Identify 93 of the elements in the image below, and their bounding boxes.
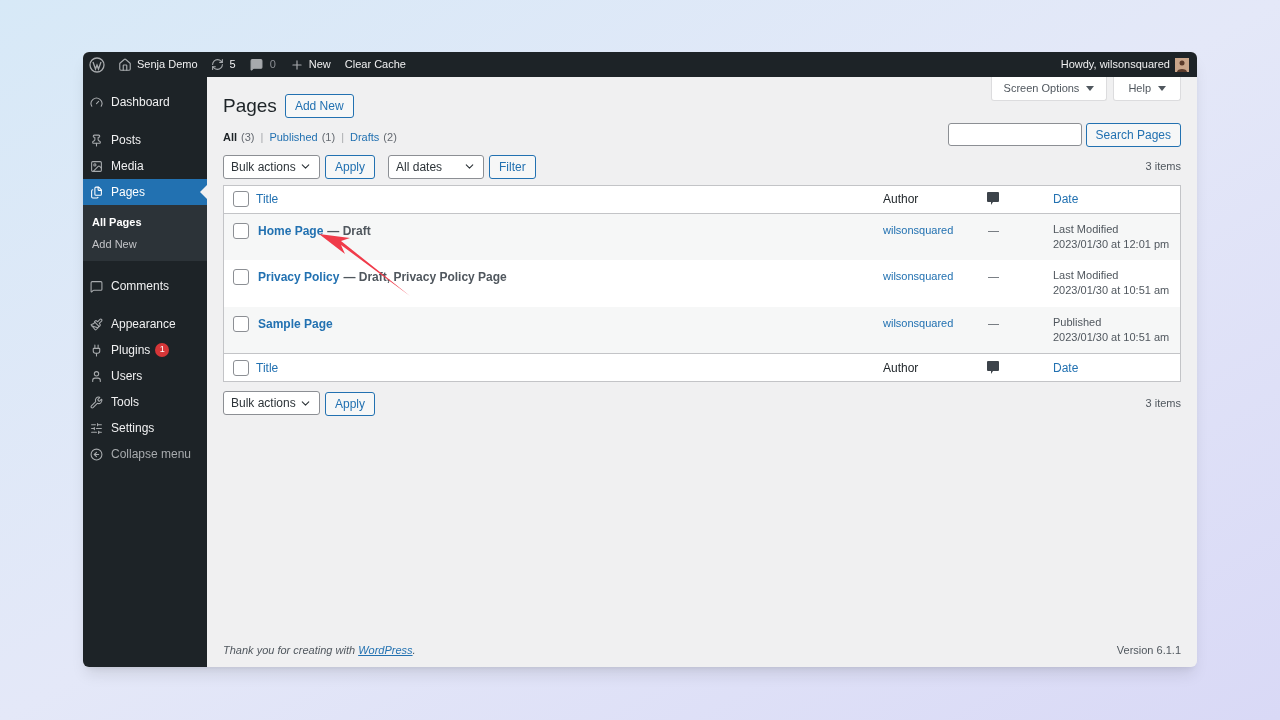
author-link[interactable]: wilsonsquared — [883, 268, 987, 307]
title-column-header[interactable]: Title — [256, 358, 883, 377]
separator: | — [341, 130, 344, 145]
dropdown[interactable]: Bulk actions — [223, 154, 320, 179]
filter-button[interactable]: Filter — [489, 155, 536, 179]
comment-count: — — [987, 222, 1000, 238]
brush-icon — [90, 317, 103, 331]
wordpress-logo-icon[interactable] — [89, 56, 105, 73]
left-arrow-circle-icon — [90, 447, 103, 461]
date-text: 2023/01/30 at 10:51 am — [1053, 283, 1171, 298]
sidebar-item[interactable]: Comments — [83, 273, 207, 299]
date-text: 2023/01/30 at 12:01 pm — [1053, 236, 1171, 252]
comments-count[interactable]: 0 — [269, 56, 276, 73]
date-column-header[interactable]: Date — [1053, 358, 1180, 377]
sidebar-item[interactable]: Tools — [83, 389, 207, 415]
wrench-icon — [90, 395, 103, 409]
refresh-icon — [210, 58, 224, 71]
status-count: (3) — [241, 130, 255, 145]
sliders-icon — [90, 421, 103, 435]
separator: | — [260, 130, 264, 145]
author-link[interactable]: wilsonsquared — [883, 221, 987, 260]
plug-icon — [90, 343, 103, 357]
author-column-header: Author — [883, 191, 920, 208]
sidebar-item[interactable]: Pages — [83, 179, 207, 205]
status-filter-link[interactable]: All — [223, 129, 238, 146]
footer-credit: Thank you for creating with WordPress. — [223, 642, 416, 658]
date-column-header[interactable]: Date — [1053, 190, 1180, 208]
new-link[interactable]: New — [308, 56, 331, 73]
plus-icon — [289, 57, 304, 72]
triangle-icon — [1158, 86, 1166, 91]
status-count: (2) — [383, 130, 397, 145]
sidebar-item[interactable]: Media — [83, 153, 207, 179]
sidebar-item[interactable]: Posts — [83, 127, 207, 153]
apply-button[interactable]: Apply — [325, 155, 376, 179]
page-state: — Draft — [327, 223, 371, 238]
row-checkbox[interactable] — [233, 222, 249, 239]
comment-count: — — [987, 315, 1000, 331]
page-title-link[interactable]: Sample Page — [258, 316, 333, 331]
status-filter-link[interactable]: Drafts — [350, 129, 380, 146]
row-checkbox[interactable] — [233, 359, 249, 376]
date-status: Last Modified — [1053, 221, 1120, 237]
sidebar-item[interactable]: Appearance — [83, 311, 207, 337]
status-count: (1) — [321, 130, 336, 145]
date-status: Last Modified — [1053, 268, 1120, 283]
pages-icon — [90, 185, 103, 199]
updates-count[interactable]: 5 — [229, 56, 236, 73]
notification-badge: 1 — [155, 343, 170, 357]
page-title-link[interactable]: Home Page — [258, 223, 324, 238]
submenu-item[interactable]: All Pages — [83, 211, 207, 233]
sidebar-item[interactable]: Settings — [83, 415, 207, 441]
comment-bubble-icon — [987, 360, 999, 375]
comment-bubble-icon — [987, 192, 999, 206]
add-new-button[interactable]: Add New — [284, 94, 354, 119]
speech-bubble-icon — [90, 279, 103, 293]
item-count: 3 items — [1145, 395, 1181, 411]
sidebar-item[interactable]: Dashboard — [83, 89, 207, 115]
author-link[interactable]: wilsonsquared — [883, 314, 987, 353]
row-checkbox[interactable] — [233, 269, 249, 285]
search-pages-button[interactable]: Search Pages — [1085, 122, 1181, 147]
date-text: 2023/01/30 at 10:51 am — [1053, 329, 1171, 345]
search-field[interactable] — [947, 122, 1082, 146]
wordpress-link[interactable]: WordPress — [358, 643, 413, 656]
apply-button[interactable]: Apply — [325, 391, 376, 416]
person-icon — [90, 369, 103, 383]
dropdown[interactable]: Bulk actions — [223, 391, 320, 415]
image-icon — [90, 159, 103, 173]
status-filter-link[interactable]: Published — [269, 129, 318, 146]
clear-cache-link[interactable]: Clear Cache — [344, 56, 406, 73]
pin-icon — [90, 133, 103, 147]
screen-options-button[interactable]: Screen Options — [990, 77, 1108, 101]
page-title: Pages — [223, 94, 277, 118]
comment-count: — — [987, 269, 1000, 284]
submenu-item[interactable]: Add New — [83, 233, 207, 255]
row-checkbox[interactable] — [233, 315, 249, 332]
avatar-icon — [1175, 57, 1189, 72]
comment-bubble-icon — [249, 58, 263, 71]
title-column-header[interactable]: Title — [256, 190, 883, 208]
site-name-link[interactable]: Senja Demo — [137, 56, 198, 73]
version-text: Version 6.1.1 — [1116, 642, 1181, 658]
triangle-icon — [1086, 86, 1095, 91]
howdy-link[interactable]: Howdy, wilsonsquared — [1060, 56, 1170, 73]
sidebar-item[interactable]: Plugins 1 — [83, 337, 207, 363]
help-button[interactable]: Help — [1113, 77, 1181, 101]
date-status: Published — [1053, 314, 1103, 330]
page-title-link[interactable]: Privacy Policy — [258, 270, 340, 284]
home-icon — [118, 57, 132, 72]
row-checkbox[interactable] — [233, 191, 249, 207]
dropdown[interactable]: All dates — [388, 154, 485, 179]
sidebar-item[interactable]: Collapse menu — [83, 441, 207, 467]
sidebar-item[interactable]: Users — [83, 363, 207, 389]
item-count: 3 items — [1145, 159, 1181, 175]
gauge-icon — [90, 95, 103, 109]
author-column-header: Author — [883, 359, 920, 377]
